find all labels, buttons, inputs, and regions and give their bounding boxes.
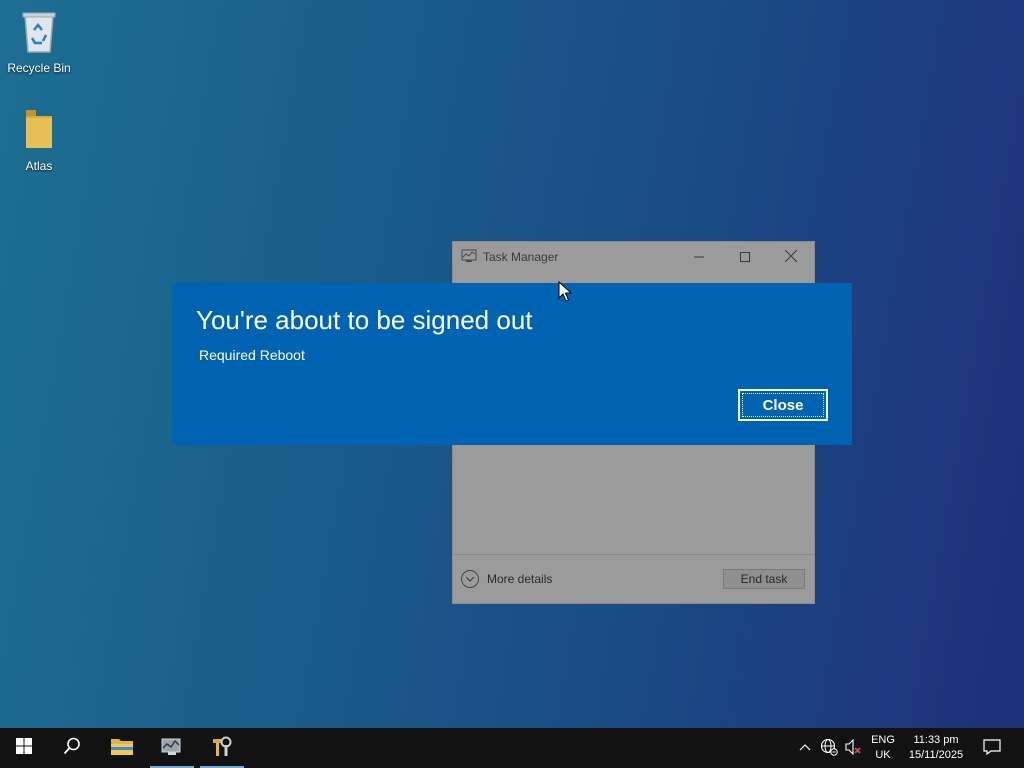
- show-hidden-icons-button[interactable]: [796, 728, 814, 768]
- signout-dialog: You're about to be signed out Required R…: [172, 283, 852, 445]
- chevron-down-icon: [461, 570, 479, 588]
- taskbar-file-explorer[interactable]: [98, 728, 146, 768]
- clock-time: 11:33 pm: [913, 734, 959, 746]
- mouse-cursor-icon: [558, 280, 573, 308]
- more-details-label: More details: [487, 572, 553, 586]
- maximize-button[interactable]: [722, 242, 768, 272]
- end-task-button[interactable]: End task: [723, 569, 805, 589]
- clock[interactable]: 11:33 pm 15/11/2025: [902, 728, 970, 768]
- folder-icon: [0, 108, 78, 155]
- language-region: UK: [875, 749, 891, 761]
- start-button[interactable]: [0, 728, 48, 768]
- close-window-button[interactable]: [768, 242, 814, 272]
- minimize-icon: [694, 250, 704, 265]
- chevron-up-icon: [799, 742, 811, 754]
- volume-button[interactable]: [842, 728, 864, 768]
- desktop-icon-label: Recycle Bin: [7, 61, 71, 75]
- desktop-icon-label: Atlas: [25, 159, 53, 173]
- more-details-toggle[interactable]: More details: [461, 570, 552, 588]
- search-button[interactable]: [48, 728, 96, 768]
- minimize-button[interactable]: [676, 242, 722, 272]
- network-button[interactable]: [818, 728, 840, 768]
- task-manager-footer: More details End task: [453, 554, 814, 603]
- windows-start-icon: [16, 737, 32, 759]
- taskbar-atlas-toolbox[interactable]: [198, 728, 246, 768]
- globe-icon: [820, 738, 838, 759]
- clock-date: 15/11/2025: [908, 749, 964, 761]
- atlas-toolbox-icon: [210, 735, 234, 762]
- language-code: ENG: [871, 734, 895, 746]
- task-manager-title: Task Manager: [483, 250, 559, 264]
- notification-icon: [983, 738, 1001, 758]
- close-button[interactable]: Close: [738, 389, 828, 421]
- speaker-muted-icon: [844, 738, 862, 758]
- signout-heading: You're about to be signed out: [196, 305, 533, 335]
- file-explorer-icon: [110, 736, 134, 761]
- task-manager-icon: [160, 736, 184, 761]
- task-manager-icon: [461, 249, 477, 266]
- desktop-icon-atlas[interactable]: Atlas: [0, 108, 78, 173]
- signout-message: Required Reboot: [199, 347, 305, 363]
- recycle-bin-icon: [0, 8, 78, 57]
- maximize-icon: [740, 250, 750, 265]
- desktop-icon-recycle-bin[interactable]: Recycle Bin: [0, 8, 78, 75]
- search-icon: [63, 737, 81, 760]
- language-indicator[interactable]: ENG UK: [866, 728, 900, 768]
- desktop: Recycle Bin Atlas Task Manager More deta…: [0, 0, 1024, 728]
- notifications-button[interactable]: [978, 728, 1006, 768]
- taskbar-task-manager[interactable]: [148, 728, 196, 768]
- close-icon: [784, 249, 798, 265]
- taskbar: ENG UK 11:33 pm 15/11/2025: [0, 728, 1024, 768]
